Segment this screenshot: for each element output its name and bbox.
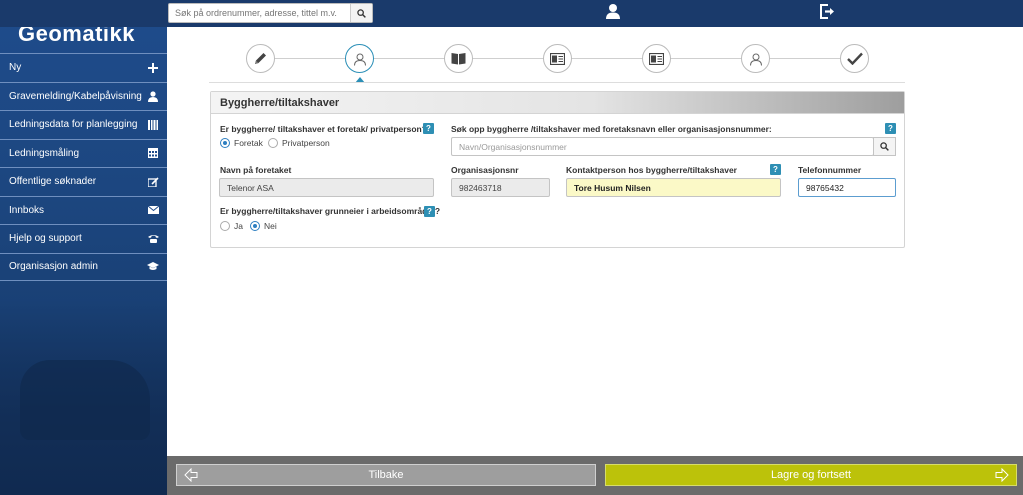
step-map-2[interactable]: [642, 44, 671, 73]
sidebar-item-label: Hjelp og support: [9, 233, 82, 245]
step-documentation[interactable]: [444, 44, 473, 73]
company-search-button[interactable]: [873, 137, 896, 156]
arrow-left-icon: [184, 467, 198, 485]
sidebar-item-ledningsmaling[interactable]: Ledningsmåling: [0, 138, 167, 168]
phone-field[interactable]: 98765432: [798, 178, 896, 197]
org-number-label: Organisasjonsnr: [451, 165, 519, 175]
sidebar: Geomatikk Ny Gravemelding/Kabelpåvisning…: [0, 0, 167, 495]
contact-person-field[interactable]: Tore Husum Nilsen: [566, 178, 781, 197]
contact-person-label: Kontaktperson hos byggherre/tiltakshaver: [566, 165, 737, 175]
radio-dot: [268, 138, 278, 148]
radio-label: Privatperson: [282, 138, 330, 148]
wizard-steps: [209, 40, 905, 83]
search-icon: [880, 142, 889, 151]
radio-ja[interactable]: Ja: [220, 221, 243, 231]
panel-title: Byggherre/tiltakshaver: [211, 92, 904, 114]
plus-icon: [147, 62, 159, 74]
edit-icon: [147, 176, 159, 188]
sidebar-item-label: Offentlige søknader: [9, 176, 97, 188]
map-icon: [649, 52, 664, 65]
envelope-icon: [147, 204, 159, 216]
sidebar-item-gravemelding[interactable]: Gravemelding/Kabelpåvisning: [0, 81, 167, 111]
question-type-label: Er byggherre/ tiltakshaver et foretak/ p…: [220, 124, 427, 134]
radio-label: Nei: [264, 221, 277, 231]
step-map-1[interactable]: [543, 44, 572, 73]
step-confirm[interactable]: [840, 44, 869, 73]
help-icon[interactable]: ?: [423, 123, 434, 134]
company-name-field[interactable]: Telenor ASA: [219, 178, 434, 197]
help-icon[interactable]: ?: [885, 123, 896, 134]
steps-baseline: [209, 82, 905, 83]
sidebar-item-label: Gravemelding/Kabelpåvisning: [9, 90, 142, 102]
grid-icon: [147, 119, 159, 131]
sidebar-item-innboks[interactable]: Innboks: [0, 195, 167, 225]
radio-nei[interactable]: Nei: [250, 221, 277, 231]
radio-label: Ja: [234, 221, 243, 231]
help-icon[interactable]: ?: [424, 206, 435, 217]
search-icon: [357, 8, 366, 18]
top-bar: [0, 0, 1023, 27]
person-icon: [749, 53, 762, 66]
sidebar-item-label: Organisasjon admin: [9, 261, 98, 273]
person-icon: [147, 90, 159, 102]
search-button[interactable]: [350, 4, 372, 22]
sidebar-item-label: Ny: [9, 62, 22, 74]
step-byggherre[interactable]: [345, 44, 374, 73]
user-profile-icon[interactable]: [605, 3, 621, 22]
arrow-right-icon: [995, 467, 1009, 485]
radio-foretak[interactable]: Foretak: [220, 138, 263, 148]
radio-privatperson[interactable]: Privatperson: [268, 138, 330, 148]
sidebar-item-ledningsdata[interactable]: Ledningsdata for planlegging: [0, 110, 167, 139]
sidebar-item-organisasjon-admin[interactable]: Organisasjon admin: [0, 252, 167, 281]
book-icon: [451, 53, 466, 65]
question-owner-label: Er byggherre/tiltakshaver grunneier i ar…: [220, 206, 441, 216]
sidebar-item-offentlige-soknader[interactable]: Offentlige søknader: [0, 167, 167, 196]
global-search: [168, 3, 373, 23]
radio-dot-selected: [220, 138, 230, 148]
radio-label: Foretak: [234, 138, 263, 148]
company-name-label: Navn på foretaket: [220, 165, 292, 175]
radio-dot-selected: [250, 221, 260, 231]
sidebar-item-label: Innboks: [9, 204, 45, 216]
sidebar-item-hjelp[interactable]: Hjelp og support: [0, 224, 167, 253]
map-icon: [550, 52, 565, 65]
sidebar-item-label: Ledningsdata for planlegging: [9, 119, 138, 131]
phone-label: Telefonnummer: [798, 165, 862, 175]
byggherre-panel: Byggherre/tiltakshaver Er byggherre/ til…: [210, 91, 905, 248]
save-button-label: Lagre og fortsett: [770, 469, 852, 481]
graduation-cap-icon: [147, 261, 159, 273]
save-continue-button[interactable]: Lagre og fortsett: [605, 464, 1017, 486]
step-description[interactable]: [246, 44, 275, 73]
pencil-icon: [255, 53, 266, 64]
help-icon[interactable]: ?: [770, 164, 781, 175]
logout-icon[interactable]: [819, 4, 836, 22]
company-search-input[interactable]: Navn/Organisasjonsnummer: [451, 137, 874, 156]
back-button-label: Tilbake: [368, 469, 404, 481]
person-icon: [353, 53, 366, 66]
sidebar-item-label: Ledningsmåling: [9, 147, 80, 159]
back-button[interactable]: Tilbake: [176, 464, 596, 486]
phone-icon: [147, 233, 159, 245]
search-input[interactable]: [169, 4, 350, 22]
check-icon: [846, 52, 863, 65]
org-number-field[interactable]: 982463718: [451, 178, 550, 197]
sidebar-menu: Ny Gravemelding/Kabelpåvisning Ledningsd…: [0, 53, 167, 281]
sidebar-item-ny[interactable]: Ny: [0, 53, 167, 82]
table-icon: [147, 147, 159, 159]
sidebar-background-shape: [20, 360, 150, 440]
search-company-label: Søk opp byggherre /tiltakshaver med fore…: [451, 124, 772, 134]
step-contact[interactable]: [741, 44, 770, 73]
footer-bar: Tilbake Lagre og fortsett: [167, 456, 1023, 495]
radio-dot: [220, 221, 230, 231]
